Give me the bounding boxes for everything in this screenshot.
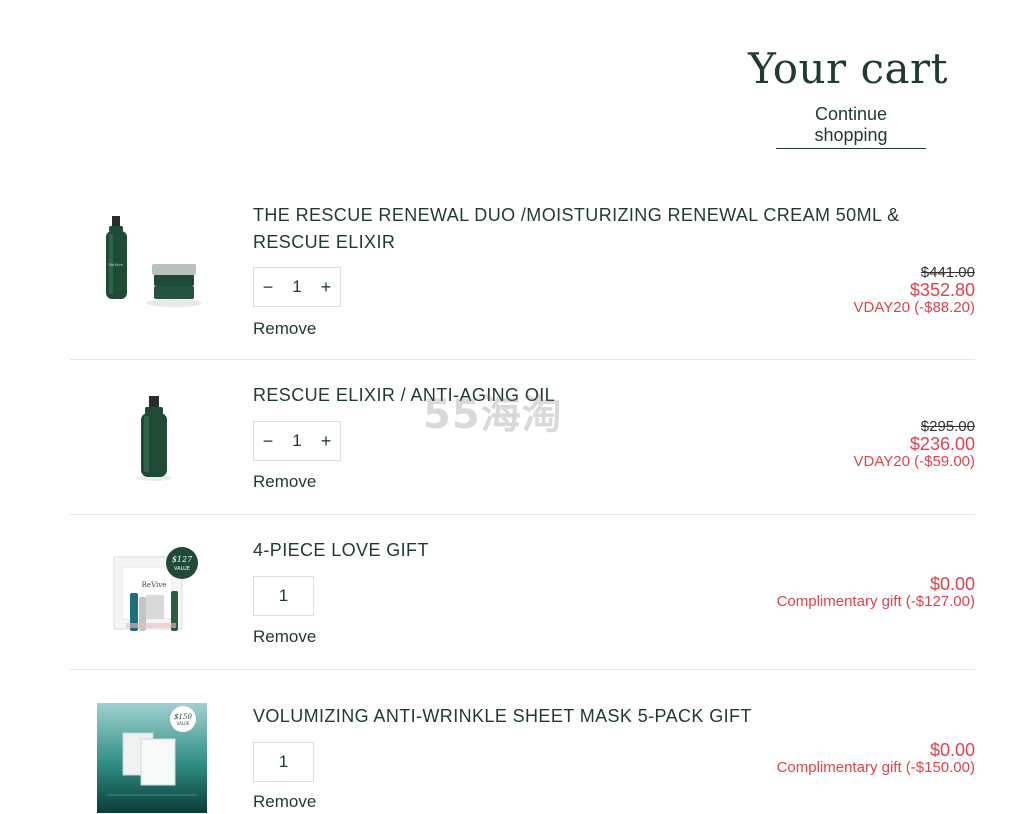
product-image-duo: ReVive: [106, 216, 202, 307]
quantity-box: 1: [253, 742, 314, 782]
value-badge-text: VALUE: [177, 721, 190, 726]
value-badge-price: $150: [174, 713, 192, 721]
price-block: $441.00 $352.80 VDAY20 (-$88.20): [854, 265, 975, 317]
sale-price: $352.80: [909, 280, 975, 300]
increase-quantity-button[interactable]: +: [312, 268, 340, 306]
product-name[interactable]: RESCUE ELIXIR / ANTI-AGING OIL: [253, 382, 968, 409]
bottle-label: ReVive: [109, 262, 124, 267]
product-image-elixir: [136, 396, 172, 481]
discount-label: Complimentary gift (-$150.00): [776, 759, 975, 776]
remove-button[interactable]: Remove: [253, 792, 316, 812]
product-image-sheet-mask: $150 VALUE: [97, 703, 207, 813]
original-price: $295.00: [920, 418, 975, 435]
page-title: Your cart: [748, 44, 948, 93]
product-name[interactable]: THE RESCUE RENEWAL DUO /MOISTURIZING REN…: [253, 202, 968, 256]
product-name[interactable]: VOLUMIZING ANTI-WRINKLE SHEET MASK 5-PAC…: [253, 703, 968, 730]
quantity-value: 1: [278, 586, 289, 605]
product-image-love-gift: ReVive $127 VALUE: [113, 547, 198, 631]
sale-price: $0.00: [929, 740, 975, 760]
value-badge-price: $127: [172, 555, 193, 564]
cart-item: $150 VALUE VOLUMIZING ANTI-WRINKLE SHEET…: [70, 670, 975, 814]
discount-label: VDAY20 (-$59.00): [853, 453, 975, 470]
cart-item: RESCUE ELIXIR / ANTI-AGING OIL − 1 + Rem…: [70, 360, 975, 515]
price-block: $295.00 $236.00 VDAY20 (-$59.00): [854, 419, 975, 471]
remove-button[interactable]: Remove: [253, 472, 316, 492]
decrease-quantity-button[interactable]: −: [254, 268, 282, 306]
discount-label: Complimentary gift (-$127.00): [776, 593, 975, 610]
sale-price: $0.00: [929, 574, 975, 594]
remove-button[interactable]: Remove: [253, 627, 316, 647]
decrease-quantity-button[interactable]: −: [254, 422, 282, 460]
cart-item: ReVive $127 VALUE 4-PIECE LOVE GIFT 1 Re…: [70, 515, 975, 670]
value-badge-text: VALUE: [174, 566, 190, 572]
discount-label: VDAY20 (-$88.20): [853, 299, 975, 316]
original-price: $441.00: [920, 264, 975, 281]
remove-button[interactable]: Remove: [253, 319, 316, 339]
cart-item: ReVive THE RESCUE RENEWAL DUO /MOISTURIZ…: [70, 196, 975, 360]
product-name[interactable]: 4-PIECE LOVE GIFT: [253, 537, 968, 564]
increase-quantity-button[interactable]: +: [312, 422, 340, 460]
quantity-stepper: − 1 +: [253, 267, 341, 307]
price-block: $0.00 Complimentary gift (-$127.00): [777, 575, 975, 611]
sale-price: $236.00: [909, 434, 975, 454]
pack-brand-text: ReVive: [142, 581, 167, 589]
quantity-box: 1: [253, 576, 314, 616]
quantity-value: 1: [278, 752, 289, 771]
quantity-stepper: − 1 +: [253, 421, 341, 461]
quantity-value[interactable]: 1: [282, 431, 312, 451]
price-block: $0.00 Complimentary gift (-$150.00): [777, 741, 975, 777]
quantity-value[interactable]: 1: [282, 277, 312, 297]
continue-shopping-link[interactable]: Continue shopping: [776, 104, 926, 149]
